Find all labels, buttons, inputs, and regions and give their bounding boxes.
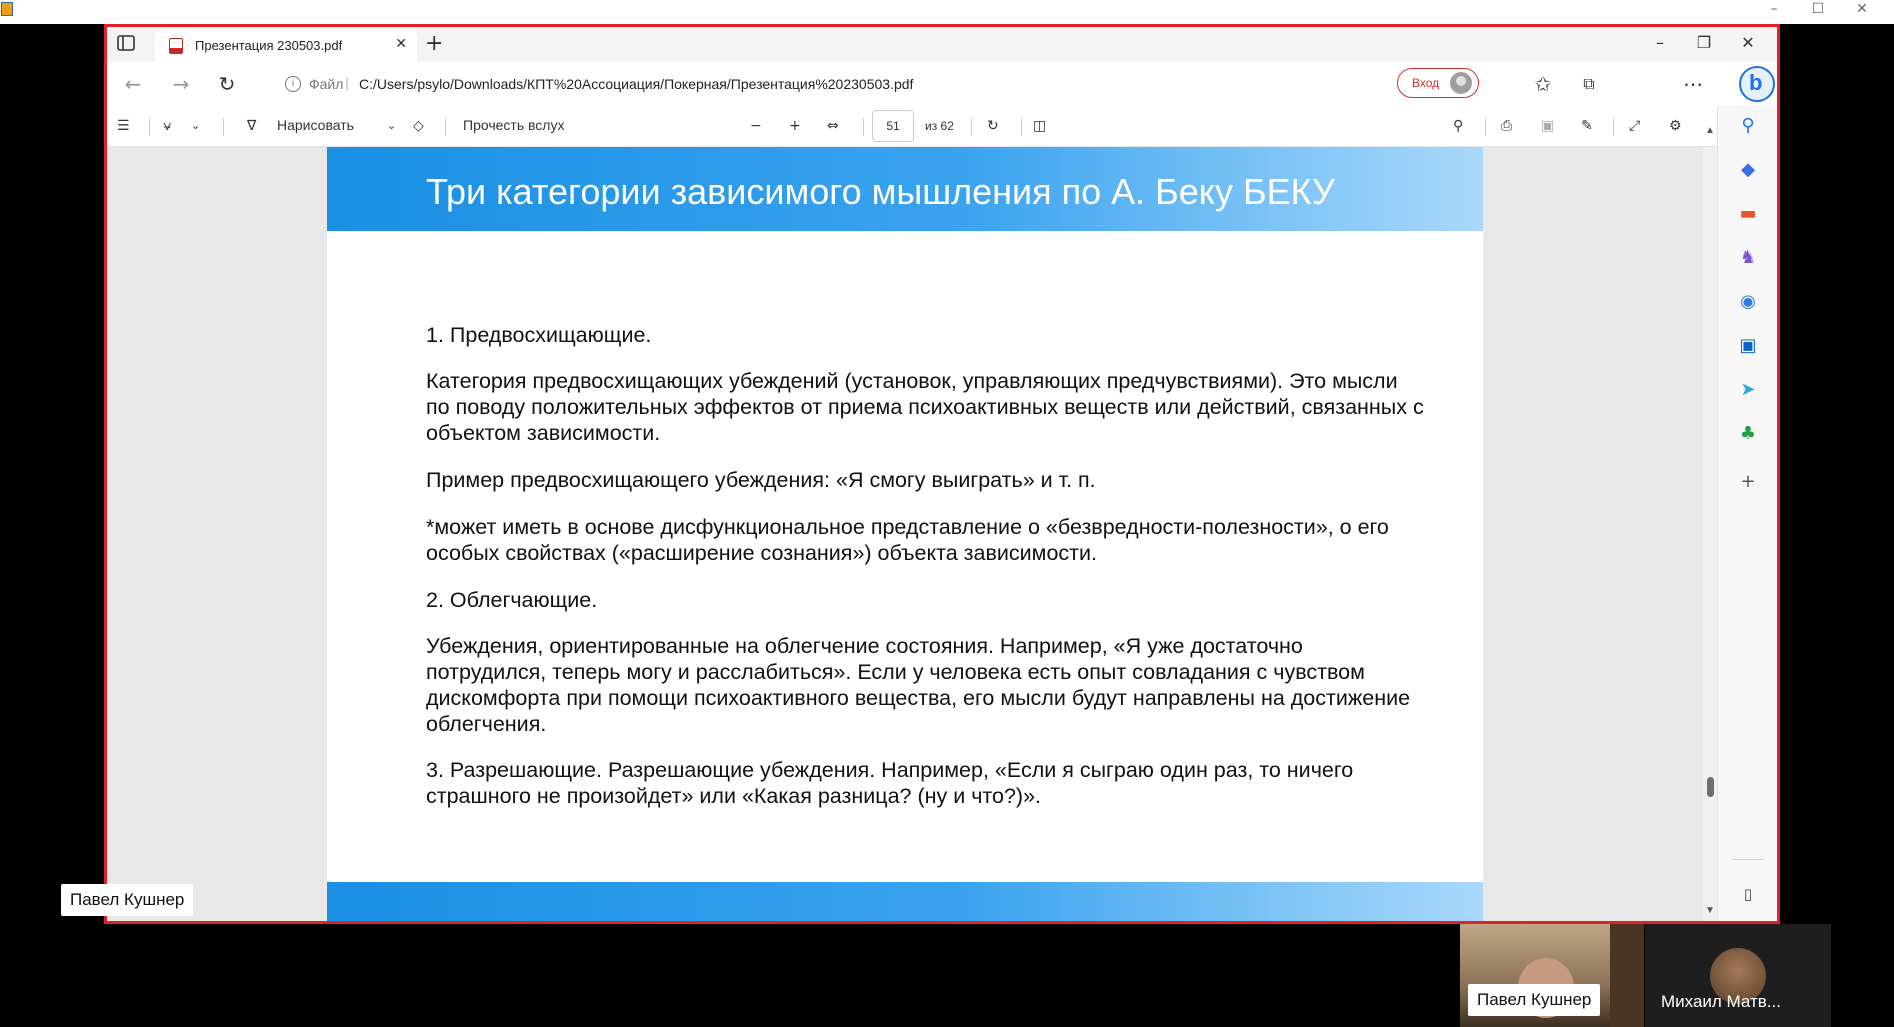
bing-icon: b xyxy=(1749,70,1763,95)
slide-paragraph: Пример предвосхищающего убеждения: «Я см… xyxy=(426,468,1096,492)
host-close-button[interactable]: ✕ xyxy=(1840,0,1884,20)
slide-header-band: Три категории зависимого мышления по А. … xyxy=(327,147,1483,231)
highlight-dropdown-chevron-icon[interactable]: ⌄ xyxy=(191,114,200,138)
info-icon[interactable]: i xyxy=(285,76,301,92)
rotate-icon[interactable]: ↻ xyxy=(987,114,999,138)
vertical-scrollbar[interactable]: ▲ ▼ xyxy=(1703,125,1717,921)
pdf-toolbar: ☰ ⍱ ⌄ ∇ Нарисовать ⌄ ◇ Прочесть вслух − … xyxy=(107,106,1717,147)
slide-paragraph: Категория предвосхищающих убеждений (уст… xyxy=(426,369,1424,445)
slide-paragraph: Убеждения, ориентированные на облегчение… xyxy=(426,634,1411,736)
sign-in-label: Вход xyxy=(1412,76,1440,90)
pdf-viewport[interactable]: Три категории зависимого мышления по А. … xyxy=(107,125,1717,921)
host-maximize-button[interactable]: ☐ xyxy=(1796,0,1840,20)
slide-paragraph: 2. Облегчающие. xyxy=(426,588,598,612)
sidebar-shopping-icon[interactable]: ◆ xyxy=(1736,158,1760,182)
save-icon[interactable]: ▣ xyxy=(1541,114,1554,138)
toolbar-divider xyxy=(1485,118,1486,136)
shared-screen: Презентация 230503.pdf ✕ + – ❐ ✕ ← → ↻ i… xyxy=(104,24,1780,924)
browser-restore-button[interactable]: ❐ xyxy=(1689,31,1719,55)
new-tab-button[interactable]: + xyxy=(425,31,443,56)
slide-title: Три категории зависимого мышления по А. … xyxy=(426,171,1335,212)
sidebar-microsoft365-icon[interactable]: ◉ xyxy=(1736,290,1760,314)
sidebar-games-icon[interactable]: ♞ xyxy=(1736,246,1760,270)
contents-icon[interactable]: ☰ xyxy=(117,114,130,138)
slide-paragraph: *может иметь в основе дисфункциональное … xyxy=(426,515,1389,565)
tab-strip: Презентация 230503.pdf ✕ + – ❐ ✕ xyxy=(107,27,1777,62)
sidebar-divider xyxy=(1732,859,1764,860)
slide-footer-band xyxy=(327,882,1483,921)
toolbar-divider xyxy=(863,118,864,136)
tab-pdf[interactable]: Презентация 230503.pdf ✕ xyxy=(155,29,417,62)
sidebar-tools-icon[interactable]: ▬ xyxy=(1736,202,1760,226)
eraser-icon[interactable]: ◇ xyxy=(413,114,424,138)
sidebar-outlook-icon[interactable]: ▣ xyxy=(1736,334,1760,358)
sidebar-add-icon[interactable]: + xyxy=(1736,470,1760,494)
print-icon[interactable]: ⎙ xyxy=(1501,114,1512,138)
sidebar-toggle-icon[interactable]: ▯ xyxy=(1736,882,1760,906)
scroll-down-icon[interactable]: ▼ xyxy=(1705,905,1715,916)
tab-actions-icon xyxy=(117,35,135,51)
sidebar-search-icon[interactable]: ⚲ xyxy=(1736,114,1760,138)
zoom-out-icon[interactable]: − xyxy=(750,114,762,138)
collections-icon[interactable]: ⧉ xyxy=(1577,72,1601,96)
host-title-bar: – ☐ ✕ xyxy=(0,0,1894,24)
address-separator: | xyxy=(345,75,349,92)
zoom-in-icon[interactable]: + xyxy=(789,114,801,138)
bing-chat-button[interactable]: b xyxy=(1739,66,1775,102)
scroll-up-icon[interactable]: ▲ xyxy=(1705,125,1715,136)
tab-actions-button[interactable] xyxy=(115,33,139,55)
video-shelf xyxy=(1610,924,1644,1027)
toolbar-divider xyxy=(149,118,150,136)
fullscreen-icon[interactable]: ⤢ xyxy=(1629,114,1640,138)
url-text[interactable]: C:/Users/psylo/Downloads/КПТ%20Ассоциаци… xyxy=(359,76,913,92)
participant-video-tile[interactable]: Павел Кушнер xyxy=(1460,924,1644,1027)
address-bar-row: ← → ↻ i Файл | C:/Users/psylo/Downloads/… xyxy=(107,62,1777,106)
sign-in-button[interactable]: Вход xyxy=(1397,68,1479,98)
page-view-icon[interactable]: ◫ xyxy=(1033,114,1046,138)
settings-icon[interactable]: ⚙ xyxy=(1669,114,1682,138)
browser-close-button[interactable]: ✕ xyxy=(1733,31,1763,55)
toolbar-divider xyxy=(971,118,972,136)
favorites-icon[interactable]: ✩ xyxy=(1531,72,1555,96)
participant-name-tag: Павел Кушнер xyxy=(1468,984,1601,1016)
save-as-icon[interactable]: ✎ xyxy=(1581,114,1593,138)
tab-close-icon[interactable]: ✕ xyxy=(395,36,407,52)
app-icon xyxy=(1,2,13,16)
forward-arrow-icon[interactable]: → xyxy=(169,72,193,96)
draw-icon[interactable]: ∇ xyxy=(247,114,256,138)
profile-avatar-icon xyxy=(1450,72,1472,94)
scrollbar-thumb[interactable] xyxy=(1707,777,1714,797)
toolbar-divider xyxy=(1613,118,1614,136)
back-arrow-icon[interactable]: ← xyxy=(121,72,145,96)
presenter-name-tag: Павел Кушнер xyxy=(61,884,194,916)
participant-video-tile[interactable]: Михаил Матв... xyxy=(1645,924,1831,1027)
slide-paragraph: 3. Разрешающие. Разрешающие убеждения. Н… xyxy=(426,758,1354,808)
sidebar-tree-icon[interactable]: ♣ xyxy=(1736,422,1760,446)
highlight-icon[interactable]: ⍱ xyxy=(163,114,171,138)
browser-minimize-button[interactable]: – xyxy=(1645,31,1675,55)
refresh-icon[interactable]: ↻ xyxy=(215,72,239,96)
page-total-label: из 62 xyxy=(925,119,954,133)
scheme-label: Файл xyxy=(309,76,344,92)
host-minimize-button[interactable]: – xyxy=(1752,0,1796,20)
toolbar-divider xyxy=(1021,118,1022,136)
toolbar-divider xyxy=(223,118,224,136)
pdf-page: Три категории зависимого мышления по А. … xyxy=(327,147,1483,921)
search-icon[interactable]: ⚲ xyxy=(1453,114,1463,138)
page-number-input[interactable]: 51 xyxy=(872,110,914,142)
address-field[interactable]: i Файл | C:/Users/psylo/Downloads/КПТ%20… xyxy=(265,68,1585,100)
more-menu-icon[interactable]: ⋯ xyxy=(1681,72,1705,96)
participant-name-label: Михаил Матв... xyxy=(1661,992,1781,1011)
slide-paragraph: 1. Предвосхищающие. xyxy=(426,323,652,347)
pdf-file-icon xyxy=(169,38,183,54)
read-aloud-button[interactable]: Прочесть вслух xyxy=(463,117,564,133)
fit-to-width-icon[interactable]: ⇔ xyxy=(827,114,839,138)
sidebar-telegram-icon[interactable]: ➤ xyxy=(1736,378,1760,402)
toolbar-divider xyxy=(445,118,446,136)
edge-sidebar: ⚲ ◆ ▬ ♞ ◉ ▣ ➤ ♣ + ▯ ⚙ xyxy=(1717,106,1777,921)
tab-title: Презентация 230503.pdf xyxy=(195,38,343,53)
draw-label[interactable]: Нарисовать xyxy=(277,117,354,133)
draw-dropdown-chevron-icon[interactable]: ⌄ xyxy=(387,114,396,138)
